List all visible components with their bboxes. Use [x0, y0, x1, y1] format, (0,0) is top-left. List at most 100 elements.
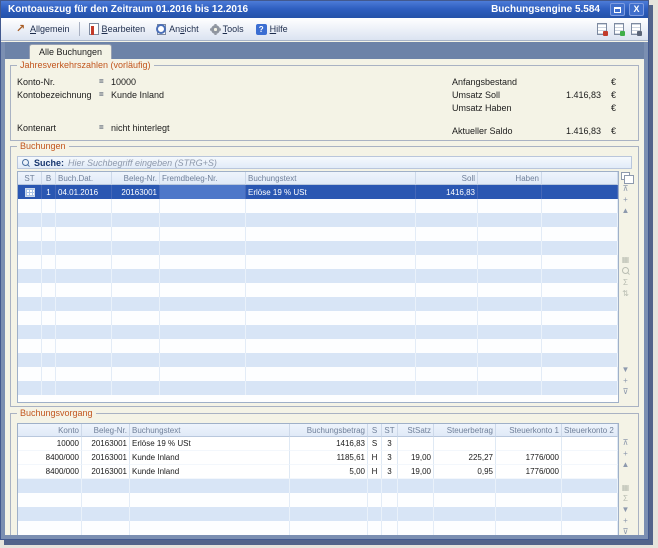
grid-header-cell[interactable]: ST	[18, 172, 42, 185]
grid-header-cell[interactable]: Steuerkonto 2	[562, 424, 618, 437]
grid-cell[interactable]: 20163001	[82, 451, 130, 465]
grid-row-selected[interactable]: 104.01.201620163001 Erlöse 19 % USt1416,8…	[18, 185, 618, 199]
grid-empty-cell	[112, 227, 160, 241]
grid-header-cell[interactable]: Konto	[18, 424, 82, 437]
grid-cell[interactable]	[160, 185, 246, 199]
grid-header-cell[interactable]: Steuerkonto 1	[496, 424, 562, 437]
grid-cell[interactable]: 8400/000	[18, 465, 82, 479]
grid-cell[interactable]	[562, 465, 618, 479]
grid-header-cell[interactable]: Buchungstext	[246, 172, 416, 185]
grid-cell[interactable]: 225,27	[434, 451, 496, 465]
column-chooser-icon[interactable]	[621, 172, 630, 180]
grid-cell[interactable]: 04.01.2016	[56, 185, 112, 199]
search-input[interactable]	[68, 158, 627, 168]
grid-cell[interactable]: Erlöse 19 % USt	[246, 185, 416, 199]
buchungen-grid[interactable]: STBBuch.Dat.Beleg-Nr.Fremdbeleg-Nr.Buchu…	[17, 171, 619, 403]
close-button[interactable]: X	[629, 3, 644, 16]
grid-header-cell[interactable]: Buchungsbetrag	[290, 424, 368, 437]
row-down-icon[interactable]: ▼	[622, 504, 630, 515]
menu-ansicht[interactable]: Ansicht	[151, 22, 205, 37]
grid-cell[interactable]: 3	[382, 437, 398, 451]
grid-header-cell[interactable]: B	[42, 172, 56, 185]
grid-cell[interactable]: 8400/000	[18, 451, 82, 465]
buchungsvorgang-grid[interactable]: KontoBeleg-Nr.BuchungstextBuchungsbetrag…	[17, 423, 619, 535]
grid-cell[interactable]: 19,00	[398, 465, 434, 479]
scroll-first-icon[interactable]: ⊼	[623, 183, 629, 194]
group-title: Jahresverkehrszahlen (vorläufig)	[17, 60, 154, 71]
grid-cell[interactable]: 1185,61	[290, 451, 368, 465]
grid-row[interactable]: 8400/00020163001Kunde Inland1185,61H319,…	[18, 451, 618, 465]
grid-header-cell[interactable]: Steuerbetrag	[434, 424, 496, 437]
grid-cell[interactable]: 10000	[18, 437, 82, 451]
grid-cell[interactable]	[478, 185, 542, 199]
grid-cell[interactable]: Kunde Inland	[130, 465, 290, 479]
page-up-icon[interactable]: +	[623, 194, 628, 205]
grid-cell[interactable]: 1416,83	[290, 437, 368, 451]
grid-cell[interactable]: 1776/000	[496, 451, 562, 465]
grid-cell[interactable]: H	[368, 451, 382, 465]
grid-header-cell[interactable]	[542, 172, 618, 185]
grid-header-cell[interactable]: ST	[382, 424, 398, 437]
grid-header-cell[interactable]: Haben	[478, 172, 542, 185]
restore-button[interactable]	[610, 3, 625, 16]
grid-cell[interactable]: S	[368, 437, 382, 451]
grid-cell[interactable]	[542, 185, 618, 199]
grid-cell[interactable]	[562, 451, 618, 465]
grid-cell[interactable]	[496, 437, 562, 451]
menu-bearbeiten[interactable]: Bearbeiten	[83, 21, 152, 37]
page-down-icon[interactable]: +	[623, 515, 628, 526]
grid-header-cell[interactable]: StSatz	[398, 424, 434, 437]
grid-view-icon[interactable]: ▦	[622, 482, 630, 493]
grid-cell[interactable]: 20163001	[82, 465, 130, 479]
grid-header-cell[interactable]: S	[368, 424, 382, 437]
grid-header-cell[interactable]: Buchungstext	[130, 424, 290, 437]
row-up-icon[interactable]: ▲	[622, 205, 630, 216]
grid-cell[interactable]: 1776/000	[496, 465, 562, 479]
grid-cell[interactable]: 1416,83	[416, 185, 478, 199]
grid-header-cell[interactable]: Soll	[416, 172, 478, 185]
sum-doc-button[interactable]	[631, 23, 641, 35]
grid-empty-cell	[18, 311, 42, 325]
grid-view-icon[interactable]: ▦	[622, 254, 630, 265]
grid-header-cell[interactable]: Beleg-Nr.	[112, 172, 160, 185]
page-up-icon[interactable]: +	[623, 448, 628, 459]
grid-cell[interactable]: H	[368, 465, 382, 479]
grid-cell[interactable]: 20163001	[112, 185, 160, 199]
sum-icon[interactable]: Σ	[623, 493, 628, 504]
grid-cell[interactable]: 0,95	[434, 465, 496, 479]
grid-cell[interactable]	[398, 437, 434, 451]
row-up-icon[interactable]: ▲	[622, 459, 630, 470]
menu-hilfe[interactable]: ?Hilfe	[250, 22, 294, 37]
page-down-icon[interactable]: +	[623, 375, 628, 386]
search-bar[interactable]: Suche:	[17, 156, 632, 169]
menu-allgemein[interactable]: ↗Allgemein	[8, 21, 76, 37]
scroll-last-icon[interactable]: ⊽	[623, 526, 629, 535]
grid-cell[interactable]: 3	[382, 465, 398, 479]
grid-cell[interactable]	[18, 185, 42, 199]
report-doc-button[interactable]	[597, 23, 607, 35]
sum-icon[interactable]: Σ	[623, 277, 628, 288]
grid-cell[interactable]: 19,00	[398, 451, 434, 465]
grid-row[interactable]: 8400/00020163001Kunde Inland5,00H319,000…	[18, 465, 618, 479]
export-doc-button[interactable]	[614, 23, 624, 35]
grid-cell[interactable]: 5,00	[290, 465, 368, 479]
row-down-icon[interactable]: ▼	[622, 364, 630, 375]
grid-cell[interactable]: 1	[42, 185, 56, 199]
scroll-last-icon[interactable]: ⊽	[623, 386, 629, 397]
grid-cell[interactable]	[434, 437, 496, 451]
grid-cell[interactable]: 20163001	[82, 437, 130, 451]
scroll-first-icon[interactable]: ⊼	[623, 437, 629, 448]
menu-tools[interactable]: Tools	[205, 22, 250, 36]
grid-cell[interactable]	[562, 437, 618, 451]
grid-row[interactable]: 1000020163001Erlöse 19 % USt1416,83S3	[18, 437, 618, 451]
grid-header-cell[interactable]: Fremdbeleg-Nr.	[160, 172, 246, 185]
grid-header-cell[interactable]: Beleg-Nr.	[82, 424, 130, 437]
grid-cell[interactable]: Erlöse 19 % USt	[130, 437, 290, 451]
grid-cell[interactable]: Kunde Inland	[130, 451, 290, 465]
grid-header-cell[interactable]: Buch.Dat.	[56, 172, 112, 185]
magnifier-icon[interactable]	[622, 267, 630, 275]
titlebar[interactable]: Kontoauszug für den Zeitraum 01.2016 bis…	[1, 1, 648, 18]
sort-icon[interactable]: ⇅	[622, 288, 629, 299]
grid-cell[interactable]: 3	[382, 451, 398, 465]
tab-alle-buchungen[interactable]: Alle Buchungen	[29, 44, 112, 59]
